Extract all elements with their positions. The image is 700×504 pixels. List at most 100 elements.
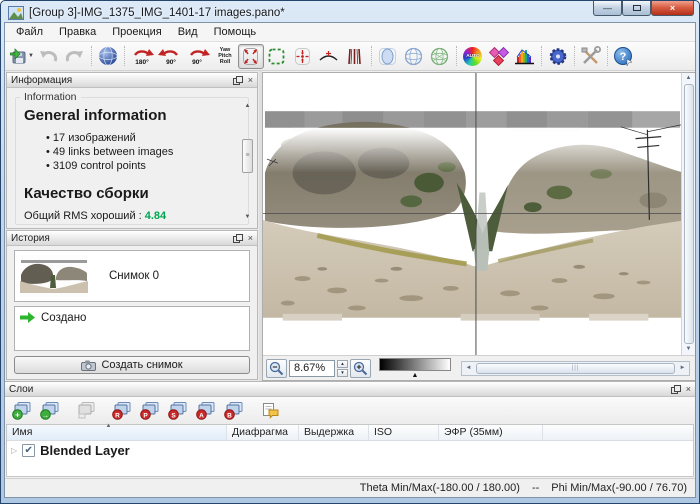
titlebar[interactable]: [Group 3]-IMG_1375_IMG_1401-17 images.pa… (4, 1, 696, 22)
menu-projection[interactable]: Проекция (104, 24, 169, 40)
spin-down-icon[interactable]: ▼ (337, 368, 348, 377)
float-panel-icon[interactable] (670, 384, 681, 394)
info-scrollbar[interactable]: ▲ ≡ ▼ (241, 102, 254, 221)
expand-row-icon[interactable]: ▷ (11, 446, 17, 455)
levels-marker[interactable]: ▲ (412, 372, 419, 379)
spin-up-icon[interactable]: ▲ (337, 359, 348, 368)
levels-gradient-strip[interactable] (379, 358, 451, 371)
wrench-screwdriver-icon (581, 45, 601, 64)
layers-panel: Слои × + → R P S A B Имя ▲ Диафрагма Выд… (5, 381, 695, 478)
histogram-button[interactable] (512, 44, 538, 69)
scroll-down-icon[interactable]: ▼ (686, 345, 692, 354)
menu-view[interactable]: Вид (170, 24, 206, 40)
window-title: [Group 3]-IMG_1375_IMG_1401-17 images.pa… (29, 6, 285, 19)
rotate-180-icon: 180° (133, 48, 154, 66)
layers-toolbar: + → R P S A B (5, 397, 695, 424)
svg-text:180°: 180° (135, 58, 149, 66)
scrollbar-thumb[interactable]: ||| (476, 362, 675, 374)
create-snapshot-button[interactable]: Создать снимок (14, 356, 250, 374)
horizon-tool-button[interactable] (316, 44, 342, 69)
menubar: Файл Правка Проекция Вид Помощь (5, 23, 695, 42)
svg-text:R: R (115, 412, 120, 419)
save-button[interactable]: ▼ (8, 44, 36, 69)
column-iso[interactable]: ISO (369, 425, 439, 440)
column-exposure[interactable]: Выдержка (299, 425, 369, 440)
panorama-preview[interactable] (263, 73, 681, 355)
layer-r-button[interactable]: R (110, 399, 134, 422)
close-panel-icon[interactable]: × (686, 384, 691, 394)
scroll-left-icon[interactable]: ◄ (462, 362, 475, 375)
rotate-180-button[interactable]: 180° (128, 44, 156, 69)
layers-panel-titlebar[interactable]: Слои × (5, 382, 695, 397)
history-event-list[interactable]: Создано (14, 306, 250, 351)
redo-button[interactable] (62, 44, 88, 69)
layer-row[interactable]: ▷ ✔ Blended Layer (7, 441, 693, 460)
main-toolbar: ▼ 180° 90° 90° Yaw Pitch Roll AUTO ? (5, 42, 695, 71)
close-button[interactable]: × (651, 1, 694, 16)
rotate-right-90-button[interactable]: 90° (184, 44, 212, 69)
export-layer-button[interactable]: → (38, 399, 62, 422)
center-tool-button[interactable] (290, 44, 316, 69)
info-group-label: Information (20, 91, 81, 103)
scrollbar-thumb[interactable]: ≡ (242, 138, 253, 173)
scroll-right-icon[interactable]: ► (676, 362, 689, 375)
layer-a-button[interactable]: A (194, 399, 218, 422)
add-layer-button[interactable]: + (10, 399, 34, 422)
save-dropdown-caret[interactable]: ▼ (28, 53, 34, 59)
menu-help[interactable]: Помощь (206, 24, 265, 40)
scroll-up-icon[interactable]: ▲ (686, 74, 692, 83)
gear-icon (549, 47, 567, 65)
info-panel-titlebar[interactable]: Информация × (7, 73, 257, 88)
close-panel-icon[interactable]: × (248, 75, 253, 85)
layer-b-button[interactable]: B (222, 399, 246, 422)
layer-visibility-checkbox[interactable]: ✔ (22, 444, 36, 457)
menu-edit[interactable]: Правка (51, 24, 104, 40)
tools-button[interactable] (578, 44, 604, 69)
float-panel-icon[interactable] (232, 233, 243, 243)
rotate-left-90-button[interactable]: 90° (156, 44, 184, 69)
levels-control[interactable]: ▲ (379, 358, 451, 379)
yaw-pitch-roll-button[interactable]: Yaw Pitch Roll (212, 44, 238, 69)
move-tool-button[interactable] (237, 43, 264, 69)
verticals-tool-button[interactable] (342, 44, 368, 69)
auto-color-button[interactable]: AUTO (460, 44, 486, 69)
crop-tool-button[interactable] (264, 44, 290, 69)
menu-file[interactable]: Файл (8, 24, 51, 40)
projection-button[interactable] (375, 44, 401, 69)
float-panel-icon[interactable] (232, 75, 243, 85)
layer-p-button[interactable]: P (138, 399, 162, 422)
duplicate-layer-button[interactable] (74, 399, 98, 422)
column-name[interactable]: Имя ▲ (7, 423, 227, 440)
zoom-level-input[interactable]: 8.67% (289, 359, 335, 377)
scroll-up-icon[interactable]: ▲ (245, 102, 251, 110)
color-levels-button[interactable] (486, 44, 512, 69)
undo-button[interactable] (36, 44, 62, 69)
history-panel-titlebar[interactable]: История × (7, 231, 257, 246)
bullet-control-points: 3109 control points (46, 159, 244, 173)
minimize-button[interactable]: — (593, 1, 622, 16)
close-panel-icon[interactable]: × (248, 233, 253, 243)
sphere-mesh-button[interactable] (427, 44, 453, 69)
snapshot-item[interactable]: Снимок 0 (14, 250, 250, 302)
zoom-in-button[interactable] (350, 358, 371, 378)
info-groupbox: Information General information 17 изобр… (15, 91, 249, 225)
settings-gear-button[interactable] (545, 44, 571, 69)
sphere-grid-button[interactable] (401, 44, 427, 69)
scroll-down-icon[interactable]: ▼ (245, 213, 251, 221)
column-aperture[interactable]: Диафрагма (227, 425, 299, 440)
layer-s-button[interactable]: S (166, 399, 190, 422)
rotate-left-icon: 90° (157, 48, 178, 66)
zoom-spinner[interactable]: ▲ ▼ (337, 359, 348, 377)
zoom-out-button[interactable] (266, 358, 287, 378)
svg-text:→: → (42, 412, 49, 419)
layer-s-icon: S (168, 402, 187, 420)
help-icon: ? (614, 46, 634, 66)
preview-sphere-button[interactable] (95, 44, 121, 69)
column-efl[interactable]: ЭФР (35мм) (439, 425, 543, 440)
layer-notes-button[interactable] (258, 399, 282, 422)
preview-horizontal-scrollbar[interactable]: ◄ ||| ► (461, 360, 690, 376)
scrollbar-thumb[interactable] (683, 84, 694, 344)
maximize-button[interactable] (622, 1, 651, 16)
help-button[interactable]: ? (611, 44, 637, 69)
preview-vertical-scrollbar[interactable]: ▲ ▼ (681, 73, 695, 355)
